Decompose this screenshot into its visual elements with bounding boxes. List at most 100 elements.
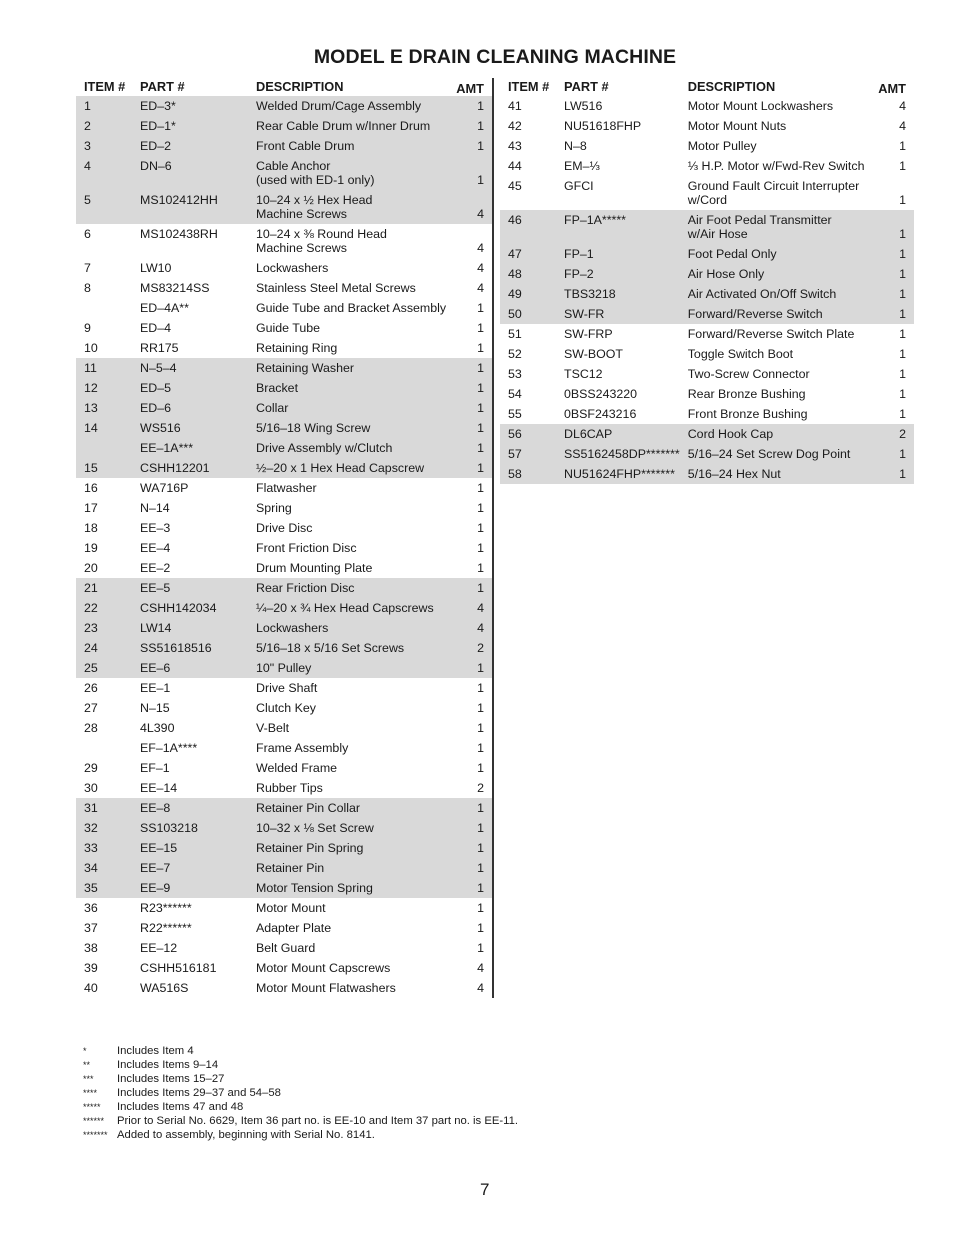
table-row: 27 N–15 Clutch Key 1 (76, 698, 492, 718)
item-number: 40 (84, 981, 98, 995)
footnote-mark: ******* (83, 1130, 108, 1140)
part-number: 0BSF243216 (564, 407, 637, 421)
footnote: **** Includes Items 29–37 and 54–58 (83, 1086, 518, 1100)
description: Rear Bronze Bushing (687, 387, 806, 401)
item-number: 6 (84, 227, 91, 241)
part-number: WS516 (132, 418, 248, 438)
amount: 4 (447, 618, 492, 638)
column-divider (492, 78, 494, 998)
item-number: 47 (500, 244, 556, 264)
footnote-mark: ** (83, 1060, 91, 1070)
part-number: EF–1 (140, 761, 170, 775)
description: Frame Assembly (256, 741, 349, 755)
item-number: 29 (84, 761, 98, 775)
description: Retainer Pin Spring (248, 838, 448, 858)
description: Motor Mount Lockwashers (687, 99, 834, 113)
description: Stainless Steel Metal Screws (256, 281, 416, 295)
amount: 1 (447, 418, 492, 438)
table-row: 28 4L390 V-Belt 1 (76, 718, 492, 738)
table-row: ED–4A** Guide Tube and Bracket Assembly 1 (76, 298, 492, 318)
item-number: 8 (84, 281, 91, 295)
table-row: 26 EE–1 Drive Shaft 1 (76, 678, 492, 698)
description: Lockwashers (248, 618, 448, 638)
part-number: SS5162458DP******* (556, 444, 680, 464)
table-row: 33 EE–15 Retainer Pin Spring 1 (76, 838, 492, 858)
item-number: 15 (76, 458, 132, 478)
footnote: ** Includes Items 9–14 (83, 1058, 518, 1072)
part-number: N–15 (140, 701, 170, 715)
description: Retainer Pin Collar (248, 798, 448, 818)
table-row: 40 WA516S Motor Mount Flatwashers 4 (76, 978, 492, 998)
description: Drive Shaft (256, 681, 318, 695)
description: Retaining Washer (248, 358, 448, 378)
part-number: TSC12 (564, 367, 603, 381)
description: Collar (248, 398, 448, 418)
parts-table-right: ITEM # PART # DESCRIPTION AMT 41 LW516 Mot… (500, 76, 914, 484)
amount: 1 (477, 921, 484, 935)
part-number: EE–14 (140, 781, 178, 795)
table-row: 25 EE–6 10" Pulley 1 (76, 658, 492, 678)
part-number: EE–6 (132, 658, 248, 678)
part-number: EE–12 (140, 941, 178, 955)
description: 10–32 x ⅛ Set Screw (248, 818, 448, 838)
part-number: CSHH142034 (132, 598, 248, 618)
part-number: ED–1* (132, 116, 248, 136)
description: Forward/Reverse Switch Plate (687, 327, 855, 341)
amount: 4 (477, 241, 484, 255)
amount: 1 (447, 358, 492, 378)
header-item: ITEM # (508, 78, 550, 94)
table-row: 58 NU51624FHP******* 5/16–24 Hex Nut 1 (500, 464, 914, 484)
item-number: 32 (76, 818, 132, 838)
table-row: 31 EE–8 Retainer Pin Collar 1 (76, 798, 492, 818)
amount: 1 (447, 136, 492, 156)
table-row: 13 ED–6 Collar 1 (76, 398, 492, 418)
amount: 1 (477, 561, 484, 575)
item-number: 13 (76, 398, 132, 418)
item-number: 43 (508, 139, 522, 153)
part-number: 4L390 (140, 721, 175, 735)
amount: 1 (477, 541, 484, 555)
table-row: 24 SS51618516 5/16–18 x 5/16 Set Screws 2 (76, 638, 492, 658)
description: Motor Mount Capscrews (256, 961, 391, 975)
amount: 4 (899, 99, 906, 113)
amount: 1 (447, 96, 492, 116)
description: Rubber Tips (256, 781, 323, 795)
table-row: 23 LW14 Lockwashers 4 (76, 618, 492, 638)
table-row: 34 EE–7 Retainer Pin 1 (76, 858, 492, 878)
table-row: 36 R23****** Motor Mount 1 (76, 898, 492, 918)
item-number: 14 (76, 418, 132, 438)
footnote-text: Includes Item 4 (117, 1045, 194, 1057)
part-number: DN–6 (132, 156, 248, 190)
item-number: 24 (76, 638, 132, 658)
description: Cord Hook Cap (679, 424, 870, 444)
table-row: 9 ED–4 Guide Tube 1 (76, 318, 492, 338)
footnote-text: Includes Items 9–14 (117, 1059, 219, 1071)
item-number: 58 (500, 464, 556, 484)
table-row: 22 CSHH142034 ¼–20 x ¾ Hex Head Capscrews 4 (76, 598, 492, 618)
footnote-text: Added to assembly, beginning with Serial… (117, 1129, 375, 1141)
item-number: 30 (84, 781, 98, 795)
part-number: ED–3* (132, 96, 248, 116)
footnotes: * Includes Item 4 ** Includes Items 9–14 ***… (83, 1044, 518, 1142)
amount: 1 (447, 378, 492, 398)
table-row: 29 EF–1 Welded Frame 1 (76, 758, 492, 778)
amount: 1 (869, 444, 914, 464)
item-number: 10 (84, 341, 98, 355)
part-number: EE–1 (140, 681, 171, 695)
description: Air Foot Pedal Transmitter w/Air Hose (679, 210, 870, 244)
footnote: ***** Includes Items 47 and 48 (83, 1100, 518, 1114)
table-row: 1 ED–3* Welded Drum/Cage Assembly 1 (76, 96, 492, 116)
part-number: CSHH516181 (140, 961, 217, 975)
description: Adapter Plate (256, 921, 332, 935)
part-number: WA716P (140, 481, 189, 495)
amount: 1 (477, 341, 484, 355)
item-number: 5 (76, 190, 132, 224)
table-row: 51 SW-FRP Forward/Reverse Switch Plate 1 (500, 324, 914, 344)
part-number: ED–6 (132, 398, 248, 418)
description: Flatwasher (256, 481, 317, 495)
part-number: FP–2 (556, 264, 680, 284)
table-row: 5 MS102412HH 10–24 x ½ Hex Head Machine Sc… (76, 190, 492, 224)
description: Two-Screw Connector (687, 367, 810, 381)
part-number: SS51618516 (132, 638, 248, 658)
table-row: 50 SW-FR Forward/Reverse Switch 1 (500, 304, 914, 324)
